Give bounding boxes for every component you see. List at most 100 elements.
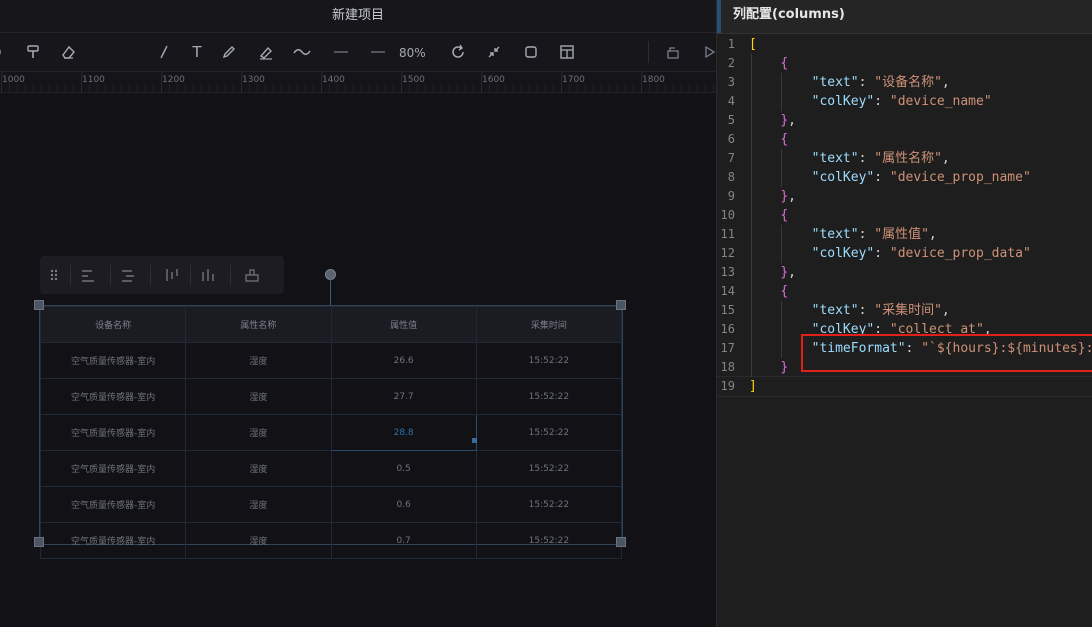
table-row: 空气质量传感器-室内 湿度 0.5 15:52:22 [39, 450, 623, 487]
table-cell[interactable]: 湿度 [185, 522, 332, 559]
refresh-icon[interactable] [445, 33, 471, 71]
zoom-level[interactable]: 80% [399, 33, 426, 71]
code-line[interactable]: "colKey": "device_prop_data" [749, 244, 1031, 263]
pencil-icon[interactable] [216, 33, 242, 71]
table-cell[interactable]: 27.7 [330, 378, 477, 415]
resize-handle-bottom-left[interactable] [34, 537, 44, 547]
table-cell[interactable]: 湿度 [185, 378, 332, 415]
line-number: 17 [720, 341, 735, 355]
ruler-label: 1800 [642, 75, 665, 85]
line-number: 9 [727, 189, 735, 203]
line-weight-icon[interactable] [328, 33, 354, 71]
code-line[interactable]: "text": "采集时间", [749, 301, 950, 320]
play-icon[interactable] [696, 33, 716, 71]
code-line[interactable]: { [749, 130, 788, 149]
code-line[interactable]: { [749, 206, 788, 225]
table-cell[interactable]: 0.5 [330, 450, 477, 487]
column-config-panel: 列配置(columns) 1 [2 {3 "text": "设备名称", 4 "co… [716, 0, 1092, 627]
text-tool-icon[interactable]: T [184, 33, 210, 71]
align-bottom-icon[interactable] [194, 256, 222, 294]
table-cell[interactable]: 空气质量传感器-室内 [39, 378, 187, 415]
table-cell[interactable]: 湿度 [185, 450, 332, 487]
toolbar: T 80% [0, 33, 716, 72]
table-cell[interactable]: 湿度 [185, 414, 332, 451]
code-line[interactable]: "text": "设备名称", [749, 73, 950, 92]
canvas-area[interactable]: 新建项目 T 80% 1000 1100 1200 1300 1400 1500… [0, 0, 716, 627]
table-cell[interactable]: 15:52:22 [475, 486, 623, 523]
ruler-label: 1500 [402, 75, 425, 85]
table-cell[interactable]: 0.7 [330, 522, 477, 559]
ruler-label: 1200 [162, 75, 185, 85]
layout-icon[interactable] [554, 33, 580, 71]
line-number: 10 [720, 208, 735, 222]
code-line[interactable]: [ [749, 35, 757, 54]
code-line[interactable]: { [749, 282, 788, 301]
table-cell[interactable]: 15:52:22 [475, 414, 623, 451]
code-line[interactable]: { [749, 54, 788, 73]
format-painter-icon[interactable] [20, 33, 46, 71]
code-line[interactable]: }, [749, 187, 796, 206]
resize-handle-top-left[interactable] [34, 300, 44, 310]
ruler-label: 1100 [82, 75, 105, 85]
line-number: 6 [727, 132, 735, 146]
selected-table-cell[interactable]: 28.8 [330, 414, 477, 451]
code-line[interactable]: "colKey": "device_name" [749, 92, 992, 111]
line-number: 19 [720, 379, 735, 393]
table-cell[interactable]: 空气质量传感器-室内 [39, 486, 187, 523]
table-header-cell[interactable]: 采集时间 [475, 306, 623, 343]
table-cell[interactable]: 0.6 [330, 486, 477, 523]
rotate-handle-line [330, 279, 331, 306]
code-line[interactable]: "text": "属性名称", [749, 149, 950, 168]
table-header-cell[interactable]: 属性名称 [185, 306, 332, 343]
table-cell[interactable]: 空气质量传感器-室内 [39, 342, 187, 379]
data-table[interactable]: 设备名称 属性名称 属性值 采集时间 空气质量传感器-室内 湿度 26.6 15… [39, 305, 623, 559]
code-line[interactable]: "text": "属性值", [749, 225, 937, 244]
lock-icon[interactable] [660, 33, 686, 71]
table-row: 空气质量传感器-室内 湿度 27.7 15:52:22 [39, 378, 623, 415]
line-number: 15 [720, 303, 735, 317]
line-number: 2 [727, 56, 735, 70]
table-cell[interactable]: 15:52:22 [475, 342, 623, 379]
drag-handle-icon[interactable] [40, 256, 68, 294]
resize-handle-top-right[interactable] [616, 300, 626, 310]
code-line[interactable]: "colKey": "device_prop_name" [749, 168, 1031, 187]
table-row: 空气质量传感器-室内 湿度 0.7 15:52:22 [39, 522, 623, 559]
table-header-cell[interactable]: 设备名称 [39, 306, 187, 343]
code-line[interactable]: ] [749, 377, 757, 396]
align-left-icon[interactable] [74, 256, 102, 294]
table-cell[interactable]: 空气质量传感器-室内 [39, 414, 187, 451]
table-header-cell[interactable]: 属性值 [330, 306, 477, 343]
table-cell[interactable]: 15:52:22 [475, 450, 623, 487]
code-line[interactable]: }, [749, 263, 796, 282]
table-cell[interactable]: 26.6 [330, 342, 477, 379]
line-style-icon[interactable] [365, 33, 391, 71]
table-cell[interactable]: 15:52:22 [475, 522, 623, 559]
line-number: 1 [727, 37, 735, 51]
tool-partial-icon[interactable] [0, 33, 13, 71]
cell-style-brush-icon[interactable] [238, 256, 266, 294]
line-tool-icon[interactable] [151, 33, 177, 71]
crop-icon[interactable] [518, 33, 544, 71]
line-number: 5 [727, 113, 735, 127]
line-number: 7 [727, 151, 735, 165]
table-row: 空气质量传感器-室内 湿度 26.6 15:52:22 [39, 342, 623, 379]
table-cell[interactable]: 空气质量传感器-室内 [39, 522, 187, 559]
highlighter-icon[interactable] [253, 33, 279, 71]
table-row: 空气质量传感器-室内 湿度 0.6 15:52:22 [39, 486, 623, 523]
line-number: 18 [720, 360, 735, 374]
line-number: 8 [727, 170, 735, 184]
table-cell[interactable]: 15:52:22 [475, 378, 623, 415]
table-cell[interactable]: 湿度 [185, 486, 332, 523]
table-cell[interactable]: 湿度 [185, 342, 332, 379]
table-cell[interactable]: 空气质量传感器-室内 [39, 450, 187, 487]
align-top-icon[interactable] [158, 256, 186, 294]
eraser-icon[interactable] [55, 33, 81, 71]
resize-handle-bottom-right[interactable] [616, 537, 626, 547]
code-line[interactable]: } [749, 358, 788, 377]
horizontal-ruler: 1000 1100 1200 1300 1400 1500 1600 1700 1800 [0, 72, 716, 93]
curve-tool-icon[interactable] [289, 33, 315, 71]
collapse-icon[interactable] [481, 33, 507, 71]
cell-fill-handle[interactable] [472, 438, 477, 443]
align-right-icon[interactable] [114, 256, 142, 294]
code-line[interactable]: }, [749, 111, 796, 130]
